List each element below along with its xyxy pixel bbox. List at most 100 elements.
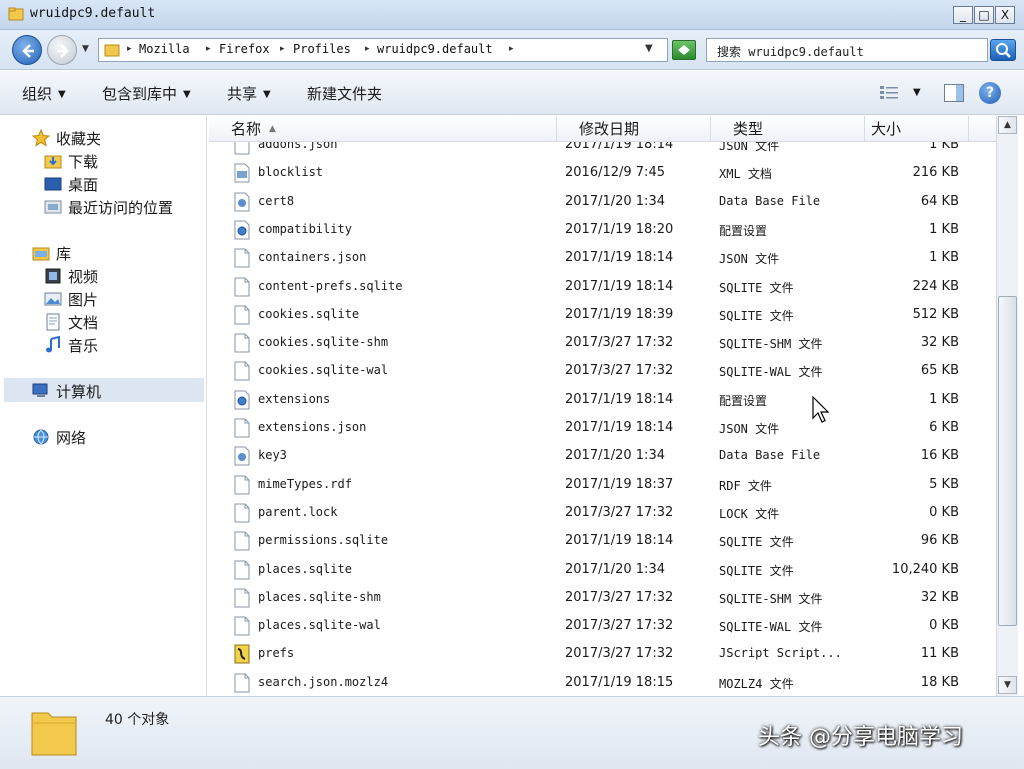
title-bar: wruidpc9.default _ □ X (0, 0, 1024, 30)
maximize-button[interactable]: □ (974, 6, 994, 24)
breadcrumb[interactable]: ▸ Mozilla ▸ Firefox ▸ Profiles ▸ wruidpc… (98, 38, 668, 62)
table-row[interactable]: permissions.sqlite 2017/1/19 18:14 SQLITE … (209, 528, 997, 556)
search-button[interactable] (990, 39, 1016, 61)
table-row[interactable]: cert8 2017/1/20 1:34 Data Base File 64 KB (209, 189, 997, 217)
file-type: JSON 文件 (719, 422, 780, 436)
table-row[interactable]: key3 2017/1/20 1:34 Data Base File 16 KB (209, 443, 997, 471)
file-list: 名称 ▲ 修改日期 类型 大小 addons.json 2017/1/19 18:1… (209, 116, 1024, 696)
forward-button[interactable] (47, 35, 77, 65)
new-folder-button[interactable]: 新建文件夹 (307, 83, 382, 104)
database-file-icon (234, 446, 250, 466)
computer-icon (32, 383, 48, 397)
table-row[interactable]: cookies.sqlite-shm 2017/3/27 17:32 SQLITE-… (209, 330, 997, 358)
file-type: RDF 文件 (719, 478, 772, 493)
table-row[interactable]: parent.lock 2017/3/27 17:32 LOCK 文件 0 KB (209, 500, 997, 528)
star-icon (32, 129, 50, 147)
help-icon[interactable]: ? (979, 82, 1001, 104)
address-dropdown-icon[interactable]: ▼ (645, 43, 653, 54)
table-row[interactable]: cookies.sqlite-wal 2017/3/27 17:32 SQLITE-… (209, 358, 997, 386)
crumb-profiles[interactable]: Profiles (293, 42, 351, 56)
file-icon (234, 333, 250, 353)
file-date: 2017/3/27 17:32 (565, 335, 674, 351)
chevron-right-icon: ▸ (280, 44, 285, 54)
scroll-up-button[interactable]: ▲ (998, 116, 1017, 134)
chevron-down-icon: ▼ (263, 89, 271, 100)
file-name: prefs (258, 646, 295, 661)
file-icon (234, 673, 250, 693)
table-row[interactable]: mimeTypes.rdf 2017/1/19 18:37 RDF 文件 5 KB (209, 472, 997, 500)
file-name: blocklist (258, 165, 324, 180)
column-date[interactable]: 修改日期 (557, 116, 711, 142)
file-size: 64 KB (920, 193, 959, 209)
file-name: extensions.json (258, 420, 367, 434)
table-row[interactable]: places.sqlite 2017/1/20 1:34 SQLITE 文件 10,2… (209, 557, 997, 585)
file-type: JSON 文件 (719, 252, 780, 267)
crumb-profile-folder[interactable]: wruidpc9.default (377, 42, 493, 56)
table-row[interactable]: prefs 2017/3/27 17:32 JScript Script... 11 … (209, 641, 997, 669)
recent-places-icon (44, 200, 62, 214)
crumb-mozilla[interactable]: Mozilla (139, 42, 190, 56)
scroll-thumb[interactable] (998, 296, 1017, 626)
command-bar: 组织 ▼ 包含到库中 ▼ 共享 ▼ 新建文件夹 ▼ ? (0, 71, 1024, 115)
table-row[interactable]: search.json.mozlz4 2017/1/19 18:15 MOZLZ4 … (209, 670, 997, 698)
file-type: MOZLZ4 文件 (719, 676, 794, 691)
nav-videos-label: 视频 (68, 268, 99, 286)
database-file-icon (234, 192, 250, 212)
table-row[interactable]: cookies.sqlite 2017/1/19 18:39 SQLITE 文件 51… (209, 302, 997, 330)
downloads-folder-icon (44, 155, 62, 169)
share-button[interactable]: 共享 ▼ (227, 83, 271, 104)
nav-favorites-label: 收藏夹 (56, 130, 102, 148)
organize-button[interactable]: 组织 ▼ (22, 83, 66, 104)
table-row[interactable]: places.sqlite-wal 2017/3/27 17:32 SQLITE-W… (209, 613, 997, 641)
file-icon (234, 503, 250, 523)
nav-network-label: 网络 (56, 429, 87, 447)
preview-pane-icon[interactable] (944, 84, 964, 102)
column-type[interactable]: 类型 (711, 116, 865, 142)
column-name[interactable]: 名称 ▲ (209, 116, 557, 142)
view-options-icon[interactable] (880, 85, 898, 99)
refresh-button[interactable] (672, 40, 696, 60)
nav-computer-label: 计算机 (56, 383, 102, 401)
file-date: 2017/1/20 1:34 (565, 193, 665, 209)
file-size: 65 KB (920, 363, 959, 379)
file-name: parent.lock (258, 504, 338, 519)
file-size: 0 KB (929, 618, 959, 634)
back-button[interactable] (12, 35, 42, 65)
crumb-firefox[interactable]: Firefox (219, 42, 270, 56)
chevron-right-icon: ▸ (206, 44, 211, 54)
table-row[interactable]: containers.json 2017/1/19 18:14 JSON 文件 1 K… (209, 245, 997, 273)
table-row[interactable]: extensions 2017/1/19 18:14 配置设置 1 KB (209, 387, 997, 415)
file-date: 2017/1/19 18:14 (565, 420, 674, 435)
folder-icon (104, 44, 120, 57)
file-type: SQLITE-WAL 文件 (719, 365, 823, 380)
file-type: LOCK 文件 (719, 506, 780, 521)
window-title: wruidpc9.default (30, 6, 156, 21)
file-date: 2017/1/19 18:14 (565, 250, 674, 266)
folder-icon (31, 712, 77, 756)
history-dropdown-icon[interactable]: ▼ (82, 44, 89, 54)
chevron-down-icon[interactable]: ▼ (913, 87, 921, 98)
column-size[interactable]: 大小 (865, 116, 969, 142)
file-icon (234, 616, 250, 636)
include-in-library-button[interactable]: 包含到库中 ▼ (102, 83, 191, 104)
minimize-button[interactable]: _ (953, 6, 973, 24)
file-name: places.sqlite-shm (258, 589, 381, 604)
table-row[interactable]: compatibility 2017/1/19 18:20 配置设置 1 KB (209, 217, 997, 245)
table-row[interactable]: blocklist 2016/12/9 7:45 XML 文档 216 KB (209, 160, 997, 188)
file-size: 11 KB (920, 646, 959, 662)
search-input[interactable]: 搜索 wruidpc9.default (706, 38, 988, 62)
table-row[interactable]: places.sqlite-shm 2017/3/27 17:32 SQLITE-S… (209, 585, 997, 613)
file-date: 2017/1/19 18:14 (565, 278, 674, 294)
file-date: 2016/12/9 7:45 (565, 165, 665, 181)
scroll-down-button[interactable]: ▼ (998, 676, 1017, 694)
file-date: 2017/1/20 1:34 (565, 448, 665, 464)
nav-desktop-label: 桌面 (68, 176, 99, 194)
close-button[interactable]: X (995, 6, 1015, 24)
table-row[interactable]: content-prefs.sqlite 2017/1/19 18:14 SQLIT… (209, 274, 997, 302)
file-icon (234, 305, 250, 325)
vertical-scrollbar[interactable]: ▲ ▼ (996, 116, 1018, 696)
library-icon (32, 247, 50, 261)
network-icon (33, 429, 49, 445)
table-row[interactable]: extensions.json 2017/1/19 18:14 JSON 文件 6 K… (209, 415, 997, 443)
file-icon (234, 277, 250, 296)
